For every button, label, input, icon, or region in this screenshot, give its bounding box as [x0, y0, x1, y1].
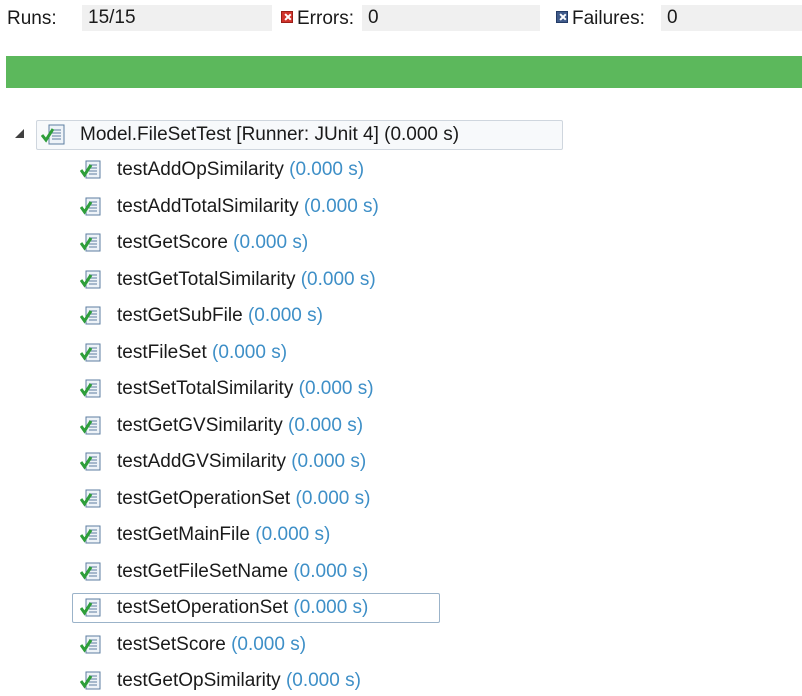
test-name: testAddTotalSimilarity	[117, 195, 299, 217]
test-duration: (0.000 s)	[303, 195, 379, 217]
test-name: testSetScore	[117, 633, 226, 655]
test-passed-icon	[80, 343, 101, 361]
tree-item-test[interactable]: testGetFileSetName (0.000 s)	[0, 557, 802, 587]
test-label: testGetMainFile (0.000 s)	[117, 520, 330, 550]
test-passed-icon	[80, 671, 101, 690]
progress-bar	[6, 56, 802, 88]
test-name: testGetScore	[117, 232, 228, 253]
test-label: testAddOpSimilarity (0.000 s)	[117, 155, 364, 185]
test-label: testSetTotalSimilarity (0.000 s)	[117, 374, 374, 404]
suite-label: Model.FileSetTest [Runner: JUnit 4] (0.0…	[80, 124, 460, 145]
tree-item-test[interactable]: testGetMainFile (0.000 s)	[0, 520, 802, 550]
test-label: testGetFileSetName (0.000 s)	[117, 557, 368, 587]
test-label: testFileSet (0.000 s)	[117, 338, 287, 368]
test-name: testGetFileSetName	[117, 560, 289, 582]
tree-item-test[interactable]: testSetScore (0.000 s)	[0, 630, 802, 660]
test-duration: (0.000 s)	[285, 670, 361, 691]
test-label: testGetOpSimilarity (0.000 s)	[117, 666, 361, 696]
test-label: testGetSubFile (0.000 s)	[117, 301, 323, 331]
test-label: testAddTotalSimilarity (0.000 s)	[117, 192, 379, 222]
test-label: testGetTotalSimilarity (0.000 s)	[117, 265, 376, 295]
progress-fill	[6, 56, 802, 88]
tree-item-test[interactable]: testAddOpSimilarity (0.000 s)	[0, 155, 802, 185]
test-label: testGetGVSimilarity (0.000 s)	[117, 411, 363, 441]
test-duration: (0.000 s)	[247, 305, 323, 326]
test-label: testSetOperationSet (0.000 s)	[117, 593, 368, 623]
tree-item-test[interactable]: testGetSubFile (0.000 s)	[0, 301, 802, 331]
expanded-triangle-icon[interactable]	[15, 129, 24, 138]
test-name: testGetOperationSet	[117, 487, 291, 509]
test-passed-icon	[80, 489, 101, 507]
tree-item-suite[interactable]: Model.FileSetTest [Runner: JUnit 4] (0.0…	[0, 117, 802, 153]
test-duration: (0.000 s)	[291, 451, 367, 472]
test-passed-icon	[80, 452, 101, 471]
test-suite-passed-icon	[41, 124, 65, 145]
test-duration: (0.000 s)	[289, 159, 365, 180]
test-label: testGetOperationSet (0.000 s)	[117, 484, 370, 514]
test-passed-icon	[80, 197, 101, 215]
tree-item-test[interactable]: testFileSet (0.000 s)	[0, 338, 802, 368]
failures-value: 0	[661, 5, 802, 31]
test-duration: (0.000 s)	[212, 341, 288, 363]
tree-item-test[interactable]: testGetOperationSet (0.000 s)	[0, 484, 802, 514]
test-label: testSetScore (0.000 s)	[117, 630, 306, 660]
test-name: testAddOpSimilarity	[117, 159, 284, 180]
test-passed-icon	[80, 270, 101, 288]
test-duration: (0.000 s)	[295, 487, 371, 509]
tree-item-test[interactable]: testSetTotalSimilarity (0.000 s)	[0, 374, 802, 404]
test-name: testGetTotalSimilarity	[117, 268, 296, 290]
test-passed-icon	[80, 160, 101, 179]
test-label: testGetScore (0.000 s)	[117, 228, 308, 258]
test-passed-icon	[80, 598, 101, 617]
tree-item-test[interactable]: testGetTotalSimilarity (0.000 s)	[0, 265, 802, 295]
failure-icon	[556, 11, 568, 23]
test-name: testGetGVSimilarity	[117, 414, 283, 436]
errors-label: Errors:	[297, 8, 354, 29]
test-duration: (0.000 s)	[288, 414, 364, 436]
test-passed-icon	[80, 416, 101, 434]
test-name: testFileSet	[117, 341, 207, 363]
test-name: testAddGVSimilarity	[117, 451, 286, 472]
test-passed-icon	[80, 379, 101, 398]
test-duration: (0.000 s)	[233, 232, 309, 253]
test-passed-icon	[80, 635, 101, 653]
errors-value: 0	[362, 5, 540, 31]
test-name: testGetMainFile	[117, 524, 251, 545]
counters-bar: Runs: 15/15 Errors: 0 Failures: 0	[0, 0, 802, 38]
test-duration: (0.000 s)	[255, 524, 331, 545]
test-passed-icon	[80, 306, 101, 325]
test-label: testAddGVSimilarity (0.000 s)	[117, 447, 366, 477]
test-duration: (0.000 s)	[293, 597, 369, 618]
tree-item-test[interactable]: testGetGVSimilarity (0.000 s)	[0, 411, 802, 441]
test-passed-icon	[80, 233, 101, 252]
test-duration: (0.000 s)	[298, 378, 374, 399]
tree-item-test[interactable]: testSetOperationSet (0.000 s)	[0, 593, 802, 623]
test-name: testGetOpSimilarity	[117, 670, 281, 691]
tree-item-test[interactable]: testAddTotalSimilarity (0.000 s)	[0, 192, 802, 222]
test-duration: (0.000 s)	[293, 560, 369, 582]
test-passed-icon	[80, 562, 101, 580]
error-icon	[281, 11, 293, 23]
test-name: testSetTotalSimilarity	[117, 378, 294, 399]
tree-item-test[interactable]: testAddGVSimilarity (0.000 s)	[0, 447, 802, 477]
test-passed-icon	[80, 525, 101, 544]
tree-item-test[interactable]: testGetOpSimilarity (0.000 s)	[0, 666, 802, 696]
test-name: testSetOperationSet	[117, 597, 289, 618]
failures-label: Failures:	[572, 8, 645, 29]
test-duration: (0.000 s)	[231, 633, 307, 655]
tree-item-test[interactable]: testGetScore (0.000 s)	[0, 228, 802, 258]
runs-value: 15/15	[82, 5, 272, 31]
runs-label: Runs:	[7, 8, 57, 29]
test-duration: (0.000 s)	[300, 268, 376, 290]
test-name: testGetSubFile	[117, 305, 243, 326]
